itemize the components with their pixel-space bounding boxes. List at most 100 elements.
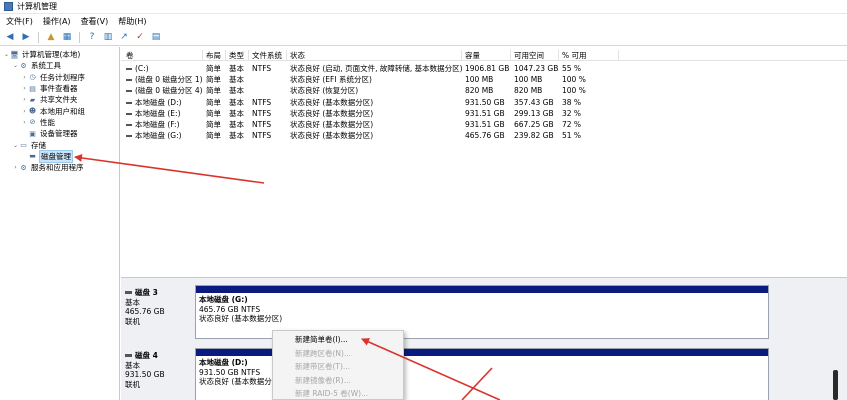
menu-view[interactable]: 查看(V) xyxy=(81,16,109,27)
volume-name: (C:) xyxy=(135,64,149,73)
tree-item[interactable]: › ⚙ 服务和应用程序 xyxy=(0,162,119,173)
vertical-scrollbar[interactable] xyxy=(833,370,838,400)
tree-item[interactable]: › ▤ 事件查看器 xyxy=(0,83,119,94)
expand-chevron-icon[interactable]: › xyxy=(21,85,28,92)
volume-name: (磁盘 0 磁盘分区 4) xyxy=(135,86,203,96)
computer-management-icon xyxy=(4,2,13,11)
table-row[interactable]: (磁盘 0 磁盘分区 1) 简单 基本 状态良好 (EFI 系统分区) 100 MB 10… xyxy=(121,74,847,85)
table-cell: 100 MB xyxy=(514,75,543,85)
column-header[interactable]: 容量 xyxy=(462,50,511,61)
volume-icon xyxy=(126,112,132,115)
storage-icon: ▭ xyxy=(20,141,27,150)
volume-icon xyxy=(126,101,132,104)
table-cell: 状态良好 (基本数据分区) xyxy=(290,108,374,118)
volume-name-cell: 本地磁盘 (D:) xyxy=(123,97,203,108)
tree-item[interactable]: › ⊘ 性能 xyxy=(0,117,119,128)
column-header[interactable]: % 可用 xyxy=(559,50,619,61)
volume-name-cell: (C:) xyxy=(123,63,203,74)
properties-icon[interactable]: ▥ xyxy=(102,31,114,43)
table-cell: 基本 xyxy=(229,75,244,85)
table-row[interactable]: (C:) 简单 基本 NTFS 状态良好 (启动, 页面文件, 故障转储, 基本数据分区… xyxy=(121,63,847,74)
column-header[interactable]: 文件系统 xyxy=(249,50,287,61)
table-cell: 简单 xyxy=(206,108,221,118)
tree-item[interactable]: ▬ 磁盘管理 xyxy=(0,149,119,163)
table-cell: 51 % xyxy=(562,131,582,141)
users-icon: ☻ xyxy=(28,107,37,116)
expand-chevron-icon[interactable]: › xyxy=(21,74,28,81)
title-bar: 计算机管理 xyxy=(0,0,847,14)
tree-item-label: 本地用户和组 xyxy=(40,106,85,116)
tree-item[interactable]: › ◷ 任务计划程序 xyxy=(0,72,119,83)
tree-item[interactable]: › ▰ 共享文件夹 xyxy=(0,94,119,105)
table-cell: 简单 xyxy=(206,131,221,141)
volume-name-cell: 本地磁盘 (F:) xyxy=(123,119,203,130)
tree-item[interactable]: ▣ 设备管理器 xyxy=(0,128,119,139)
expand-chevron-icon[interactable]: › xyxy=(21,96,28,103)
table-row[interactable]: 本地磁盘 (D:) 简单 基本 NTFS 状态良好 (基本数据分区) 931.50 GB 3… xyxy=(121,97,847,108)
table-row[interactable]: 本地磁盘 (G:) 简单 基本 NTFS 状态良好 (基本数据分区) 465.76 GB 2… xyxy=(121,130,847,141)
back-arrow-icon[interactable]: ◀ xyxy=(4,31,16,43)
table-cell xyxy=(249,74,287,85)
help-icon[interactable]: ? xyxy=(86,31,98,43)
computer-icon: 🖥 xyxy=(10,50,19,59)
volume-icon xyxy=(126,68,132,70)
show-hide-tree-icon[interactable]: ▦ xyxy=(61,31,73,43)
column-header[interactable]: 类型 xyxy=(226,50,249,61)
disk-name: 磁盘 4 xyxy=(135,351,158,360)
volume-icon xyxy=(126,135,132,138)
tree-item[interactable]: ⌄ ▭ 存储 xyxy=(0,139,119,150)
menu-file[interactable]: 文件(F) xyxy=(6,16,33,27)
column-header[interactable]: 卷 xyxy=(123,50,203,61)
volume-name: (磁盘 0 磁盘分区 1) xyxy=(135,75,203,85)
table-cell: NTFS xyxy=(252,131,272,141)
table-cell: 基本 xyxy=(229,120,244,129)
column-header[interactable]: 状态 xyxy=(287,50,462,61)
expand-chevron-icon[interactable]: ⌄ xyxy=(12,142,19,149)
main-panel: 卷布局 类型 文件系统 状态 容量 可用空间% 可用 (C:) 简单 基本 NTFS 状态良好 (… xyxy=(121,47,847,400)
context-menu-item: 新建跨区卷(N)... xyxy=(295,348,352,358)
volume-name-cell: 本地磁盘 (G:) xyxy=(123,130,203,141)
table-row[interactable]: (磁盘 0 磁盘分区 4) 简单 基本 状态良好 (恢复分区) 820 MB 820 MB… xyxy=(121,85,847,96)
volume-name-cell: (磁盘 0 磁盘分区 1) xyxy=(123,74,203,85)
checkmark-icon[interactable]: ✓ xyxy=(134,31,146,43)
disk-4-info[interactable]: 磁盘 4 基本 931.50 GB 联机 xyxy=(125,351,191,389)
tree-item-label: 计算机管理(本地) xyxy=(22,50,81,60)
tree-item[interactable]: ⌄ 🖥 计算机管理(本地) xyxy=(0,49,119,60)
table-cell: 1047.23 GB xyxy=(514,64,559,73)
table-cell: NTFS xyxy=(252,97,272,107)
table-row[interactable]: 本地磁盘 (E:) 简单 基本 NTFS 状态良好 (基本数据分区) 931.51 GB 2… xyxy=(121,108,847,119)
table-cell: 72 % xyxy=(562,120,582,129)
tree-item-label: 性能 xyxy=(40,117,55,127)
tree-item[interactable]: ⌄ ⚙ 系统工具 xyxy=(0,60,119,71)
context-menu-item: 新建带区卷(T)... xyxy=(295,362,351,371)
rescan-icon[interactable]: ↗ xyxy=(118,31,130,43)
menu-action[interactable]: 操作(A) xyxy=(43,16,71,27)
table-cell: 931.50 GB xyxy=(465,97,505,107)
tools-icon: ⚙ xyxy=(20,61,27,70)
disk-3-info[interactable]: 磁盘 3 基本 465.76 GB 联机 xyxy=(125,288,191,326)
tree-item-label: 磁盘管理 xyxy=(39,149,73,163)
forward-arrow-icon[interactable]: ▶ xyxy=(20,31,32,43)
context-menu-item[interactable]: 新建简单卷(I)... xyxy=(273,333,403,347)
volume-icon xyxy=(126,124,132,126)
more-options-icon[interactable]: ▤ xyxy=(150,31,162,43)
table-cell: 357.43 GB xyxy=(514,97,554,107)
toolbar-divider xyxy=(38,31,39,43)
menu-help[interactable]: 帮助(H) xyxy=(118,16,146,27)
table-cell: 38 % xyxy=(562,97,582,107)
up-folder-icon[interactable]: ▲ xyxy=(45,31,57,43)
table-cell: 简单 xyxy=(206,75,221,85)
expand-chevron-icon[interactable]: ⌄ xyxy=(12,62,19,69)
table-row[interactable]: 本地磁盘 (F:) 简单 基本 NTFS 状态良好 (基本数据分区) 931.51 GB 6… xyxy=(121,119,847,130)
expand-chevron-icon[interactable]: › xyxy=(21,108,28,115)
expand-chevron-icon[interactable]: › xyxy=(21,119,28,126)
tree-item-label: 设备管理器 xyxy=(40,129,78,139)
shared-folder-icon: ▰ xyxy=(29,95,36,104)
disk-size: 465.76 GB xyxy=(125,307,165,316)
expand-chevron-icon[interactable]: ⌄ xyxy=(3,51,10,58)
expand-chevron-icon[interactable]: › xyxy=(12,164,19,171)
tree-item[interactable]: › ☻ 本地用户和组 xyxy=(0,105,119,116)
column-header[interactable]: 可用空间 xyxy=(511,50,559,61)
column-header[interactable]: 布局 xyxy=(203,50,226,61)
table-cell: NTFS xyxy=(252,108,272,118)
